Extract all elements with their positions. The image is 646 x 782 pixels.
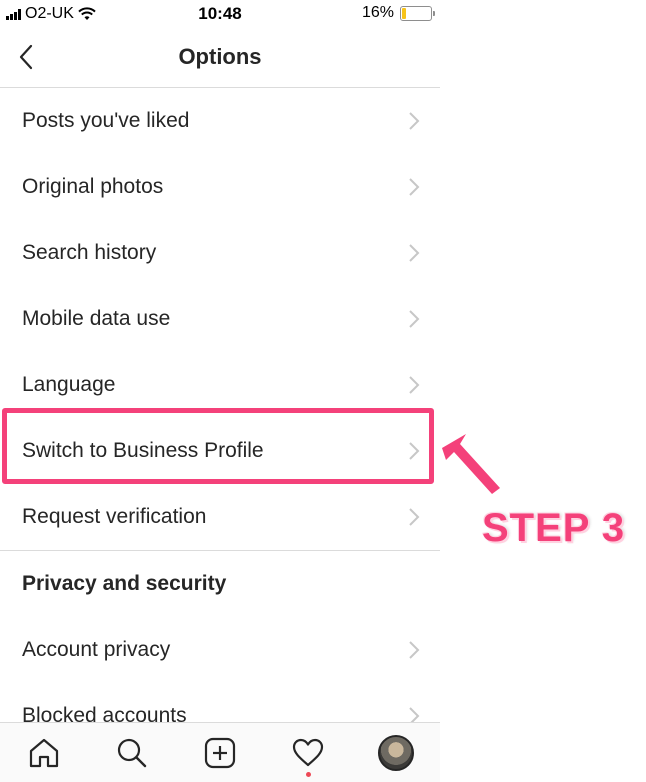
section-title: Privacy and security <box>22 572 227 595</box>
tab-search[interactable] <box>110 731 154 775</box>
highlight-box <box>2 408 434 484</box>
tab-new-post[interactable] <box>198 731 242 775</box>
phone-screen: O2-UK 10:48 16% Options Posts you've lik… <box>0 0 440 782</box>
menu-item-mobile-data[interactable]: Mobile data use <box>0 286 440 352</box>
battery-percent: 16% <box>361 4 394 21</box>
menu-item-label: Posts you've liked <box>22 109 190 132</box>
tab-profile[interactable] <box>374 731 418 775</box>
menu-item-account-privacy[interactable]: Account privacy <box>0 617 440 683</box>
battery-icon <box>400 5 435 21</box>
section-header-privacy: Privacy and security <box>0 551 440 617</box>
menu-item-label: Language <box>22 373 116 396</box>
chevron-right-icon <box>409 641 420 659</box>
menu-item-label: Account privacy <box>22 638 171 661</box>
chevron-right-icon <box>409 508 420 526</box>
avatar <box>378 735 414 771</box>
notification-dot <box>306 772 311 777</box>
chevron-right-icon <box>409 376 420 394</box>
status-bar: O2-UK 10:48 16% <box>0 0 440 30</box>
menu-item-search-history[interactable]: Search history <box>0 220 440 286</box>
bottom-tab-bar <box>0 722 440 782</box>
menu-item-posts-liked[interactable]: Posts you've liked <box>0 88 440 154</box>
new-post-icon <box>204 737 236 769</box>
menu-item-label: Original photos <box>22 175 164 198</box>
nav-header: Options <box>0 30 440 88</box>
menu-item-original-photos[interactable]: Original photos <box>0 154 440 220</box>
chevron-right-icon <box>409 244 420 262</box>
chevron-right-icon <box>409 112 420 130</box>
search-icon <box>117 738 147 768</box>
tab-home[interactable] <box>22 731 66 775</box>
tab-activity[interactable] <box>286 731 330 777</box>
step-label: STEP 3 <box>482 506 626 550</box>
status-right: 16% <box>361 4 435 22</box>
menu-item-label: Request verification <box>22 505 207 528</box>
menu-item-label: Search history <box>22 241 157 264</box>
chevron-right-icon <box>409 178 420 196</box>
menu-item-request-verification[interactable]: Request verification <box>0 484 440 550</box>
pointer-arrow-icon <box>442 434 500 494</box>
chevron-right-icon <box>409 310 420 328</box>
page-title: Options <box>178 44 262 69</box>
home-icon <box>29 738 59 768</box>
menu-item-label: Mobile data use <box>22 307 171 330</box>
heart-icon <box>292 738 324 767</box>
